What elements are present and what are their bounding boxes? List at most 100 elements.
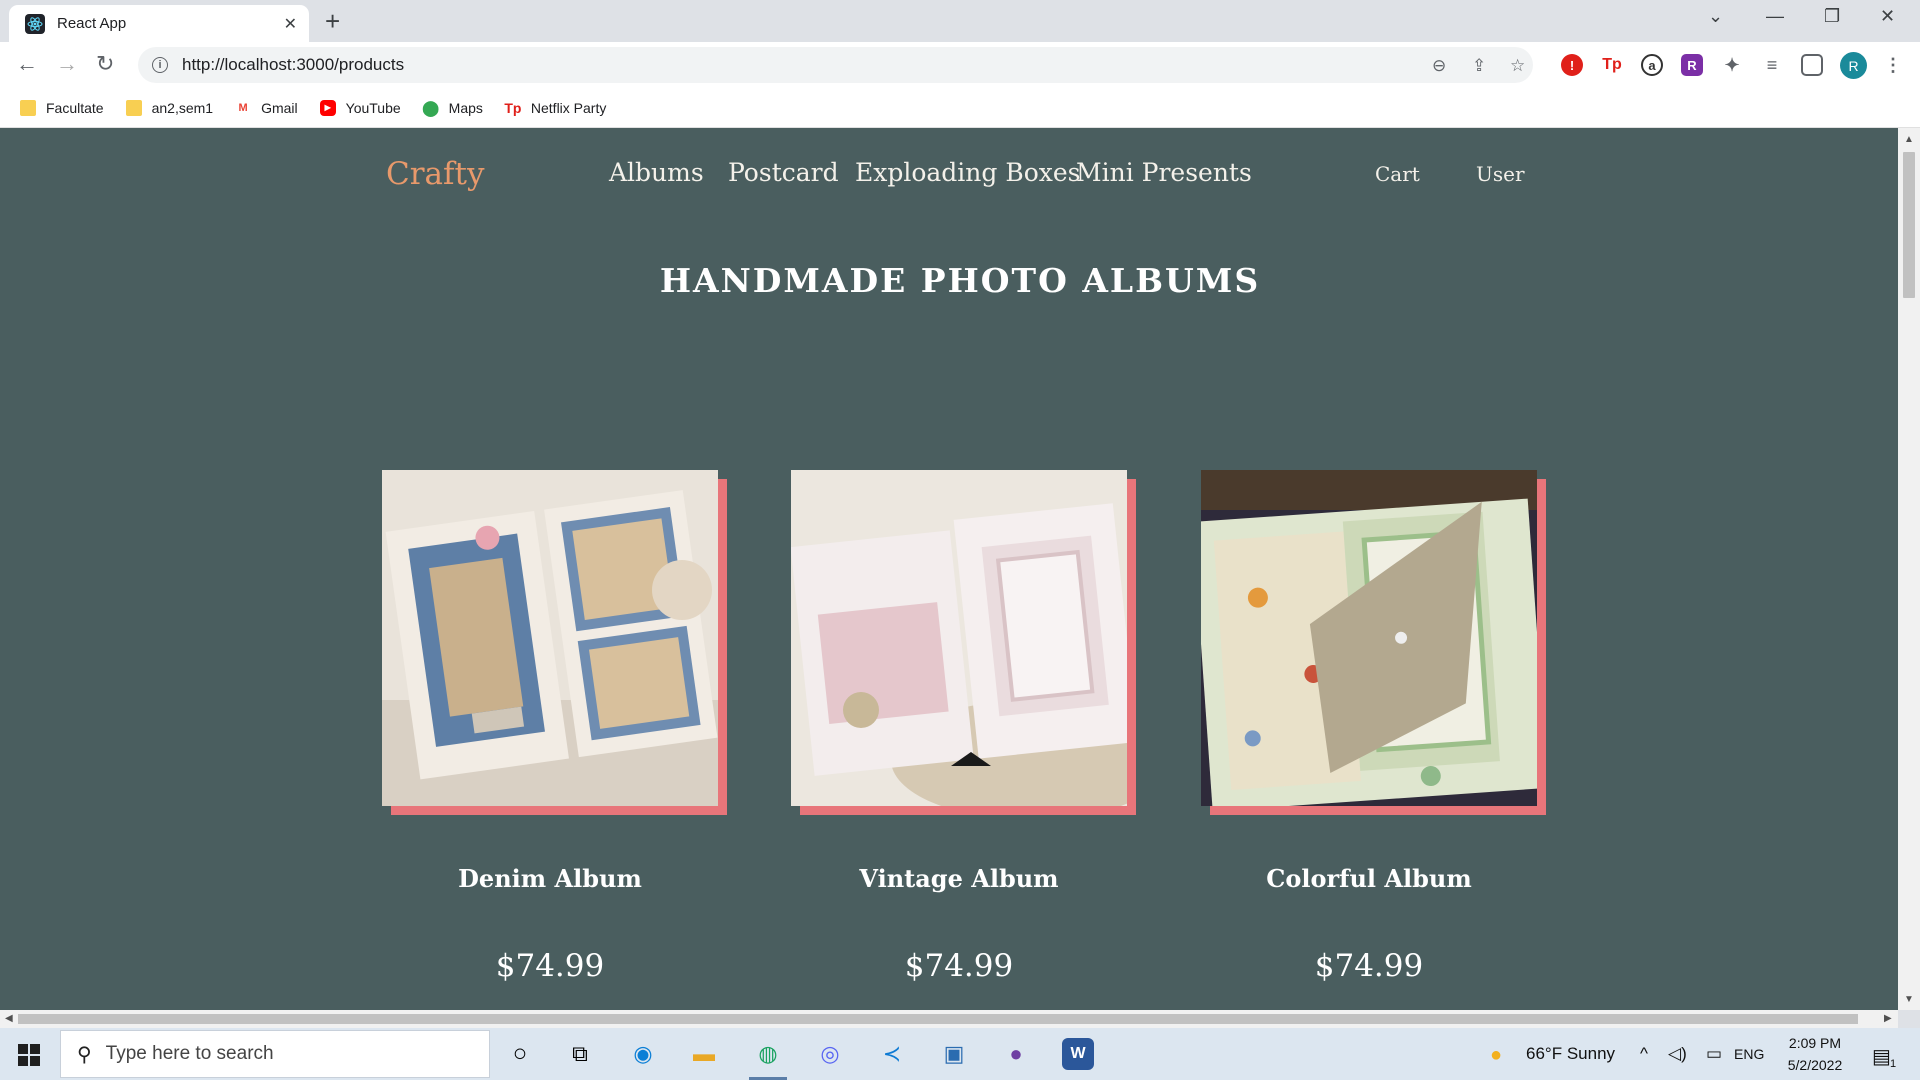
volume-icon[interactable]: ◁): [1668, 1044, 1687, 1064]
tab-strip: React App ✕ + ⌄ — ❐ ✕: [0, 0, 1920, 42]
page-title: HANDMADE PHOTO ALBUMS: [659, 261, 1261, 300]
vscode-icon[interactable]: ≺: [876, 1038, 908, 1070]
notifications-icon[interactable]: ▤: [1872, 1044, 1891, 1069]
word-icon[interactable]: W: [1062, 1038, 1094, 1070]
youtube-icon: ▶: [319, 99, 336, 116]
product-price: $74.99: [495, 948, 605, 984]
nav-postcard[interactable]: Postcard: [728, 158, 839, 187]
weather-sun-icon[interactable]: ●: [1490, 1044, 1502, 1067]
maps-icon: ⬤: [422, 99, 440, 117]
product-image-colorful[interactable]: [1201, 470, 1537, 806]
tp-extension-icon[interactable]: Tp: [1601, 54, 1623, 76]
bookmark-an2sem1[interactable]: an2,sem1: [125, 99, 214, 116]
vertical-scroll-thumb[interactable]: [1903, 152, 1915, 298]
profile-avatar[interactable]: R: [1840, 52, 1867, 79]
weather-text[interactable]: 66°F Sunny: [1526, 1044, 1615, 1064]
windows-taskbar: ⚲ Type here to search ○ ⧉ ◉ ▬ ◍ ◎ ≺ ▣ ● …: [0, 1028, 1920, 1080]
translate-extension-icon[interactable]: a: [1641, 54, 1663, 76]
extensions-puzzle-icon[interactable]: ✦: [1721, 54, 1743, 76]
restore-button[interactable]: ❐: [1824, 6, 1840, 27]
new-tab-button[interactable]: +: [325, 8, 340, 34]
search-icon: ⚲: [77, 1043, 92, 1066]
bookmark-label: an2,sem1: [151, 99, 214, 116]
tab-react-app[interactable]: React App ✕: [9, 5, 309, 42]
forward-button[interactable]: →: [56, 52, 78, 76]
url-text[interactable]: http://localhost:3000/products: [182, 55, 404, 75]
netflix-party-icon: Tp: [504, 99, 522, 116]
vertical-scrollbar[interactable]: ▲ ▼: [1898, 128, 1920, 1010]
product-card-vintage[interactable]: Vintage Album $74.99: [791, 470, 1136, 984]
bookmark-facultate[interactable]: Facultate: [20, 99, 104, 116]
address-bar[interactable]: i http://localhost:3000/products ⊖ ⇪ ☆: [138, 47, 1533, 83]
cortana-icon[interactable]: ○: [504, 1038, 536, 1070]
chrome-icon[interactable]: ◍: [752, 1038, 784, 1070]
scroll-right-icon[interactable]: ▶: [1884, 1013, 1892, 1024]
bookmark-label: Facultate: [46, 99, 104, 116]
taskbar-search-input[interactable]: ⚲ Type here to search: [60, 1030, 490, 1078]
media-list-icon[interactable]: ≡: [1761, 54, 1783, 76]
page-viewport: Crafty Albums Postcard Exploading Boxes …: [0, 128, 1898, 1010]
product-name[interactable]: Denim Album: [382, 864, 718, 893]
adblock-extension-icon[interactable]: !: [1561, 54, 1583, 76]
product-card-colorful[interactable]: Colorful Album $74.99: [1201, 470, 1546, 984]
horizontal-scroll-thumb[interactable]: [18, 1014, 1858, 1024]
notification-count: 1: [1890, 1058, 1897, 1070]
tab-close-icon[interactable]: ✕: [284, 14, 297, 34]
side-panel-icon[interactable]: [1801, 54, 1823, 76]
windows-start-icon[interactable]: [18, 1044, 40, 1066]
system-clock[interactable]: 2:09 PM 5/2/2022: [1770, 1032, 1860, 1076]
search-placeholder: Type here to search: [105, 1043, 274, 1064]
folder-icon: [125, 99, 142, 116]
bookmark-gmail[interactable]: M Gmail: [235, 100, 297, 116]
product-price: $74.99: [904, 948, 1014, 984]
zoom-icon[interactable]: ⊖: [1432, 56, 1446, 76]
site-logo[interactable]: Crafty: [386, 156, 484, 192]
bookmark-star-icon[interactable]: ☆: [1510, 56, 1525, 76]
bookmark-youtube[interactable]: ▶ YouTube: [319, 99, 401, 116]
nav-albums[interactable]: Albums: [609, 158, 704, 187]
nav-mini-presents[interactable]: Mini Presents: [1076, 158, 1252, 187]
discord-icon[interactable]: ◎: [814, 1038, 846, 1070]
scroll-down-icon[interactable]: ▼: [1904, 994, 1914, 1005]
react-icon: [25, 13, 45, 34]
r-extension-icon[interactable]: R: [1681, 54, 1703, 76]
file-explorer-icon[interactable]: ▬: [688, 1038, 720, 1070]
tray-chevron-icon[interactable]: ^: [1640, 1044, 1648, 1064]
gmail-icon: M: [238, 101, 248, 114]
scroll-up-icon[interactable]: ▲: [1904, 134, 1914, 145]
share-icon[interactable]: ⇪: [1472, 56, 1486, 76]
bookmark-netflix-party[interactable]: Tp Netflix Party: [504, 99, 607, 116]
product-name[interactable]: Colorful Album: [1201, 864, 1537, 893]
language-indicator[interactable]: ENG: [1734, 1046, 1764, 1062]
bookmark-label: YouTube: [345, 99, 401, 116]
reload-button[interactable]: ↻: [96, 52, 114, 76]
folder-icon: [20, 99, 36, 116]
product-name[interactable]: Vintage Album: [791, 864, 1127, 893]
github-desktop-icon[interactable]: ●: [1000, 1038, 1032, 1070]
menu-kebab-icon[interactable]: ⋮: [1882, 54, 1904, 76]
product-image-denim[interactable]: [382, 470, 718, 806]
close-window-button[interactable]: ✕: [1880, 6, 1895, 27]
clock-date: 5/2/2022: [1787, 1057, 1843, 1073]
horizontal-scrollbar[interactable]: ◀ ▶: [0, 1010, 1898, 1028]
browser-toolbar: ← → ↻ i http://localhost:3000/products ⊖…: [0, 42, 1920, 88]
edge-icon[interactable]: ◉: [627, 1038, 659, 1070]
photos-icon[interactable]: ▣: [938, 1038, 970, 1070]
bookmarks-bar: Facultate an2,sem1 M Gmail ▶ YouTube ⬤ Maps…: [0, 88, 1920, 128]
tab-title: React App: [57, 15, 127, 32]
battery-icon[interactable]: ▭: [1706, 1044, 1722, 1064]
tab-search-icon[interactable]: ⌄: [1708, 6, 1723, 27]
product-card-denim[interactable]: Denim Album $74.99: [382, 470, 727, 984]
bookmark-maps[interactable]: ⬤ Maps: [422, 99, 483, 117]
nav-exploading-boxes[interactable]: Exploading Boxes: [855, 158, 1081, 187]
product-image-vintage[interactable]: [791, 470, 1127, 806]
scroll-left-icon[interactable]: ◀: [5, 1013, 13, 1024]
site-info-icon[interactable]: i: [152, 57, 168, 73]
bookmark-label: Netflix Party: [530, 99, 607, 116]
minimize-button[interactable]: —: [1766, 6, 1784, 27]
nav-cart[interactable]: Cart: [1375, 162, 1420, 186]
product-price: $74.99: [1314, 948, 1424, 984]
task-view-icon[interactable]: ⧉: [564, 1038, 596, 1070]
back-button[interactable]: ←: [16, 52, 38, 76]
nav-user[interactable]: User: [1476, 162, 1525, 186]
